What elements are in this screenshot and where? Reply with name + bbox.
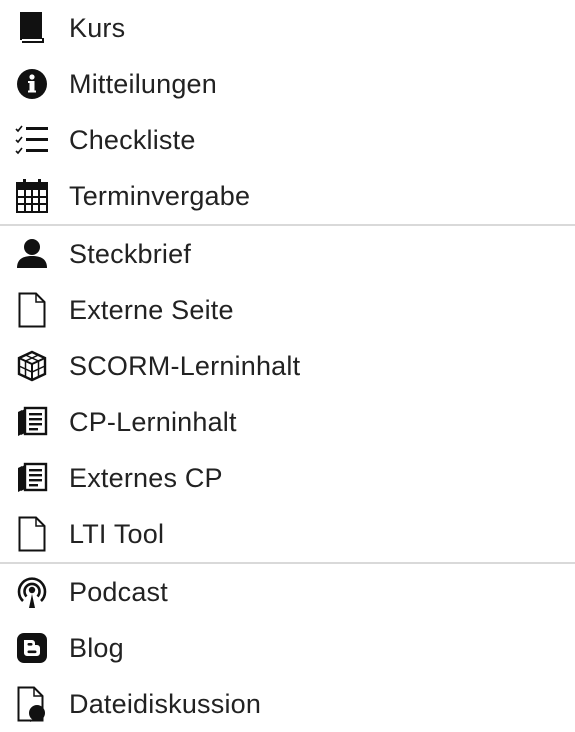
menu-item-label: SCORM-Lerninhalt xyxy=(69,350,301,381)
menu-item-mitteilungen[interactable]: Mitteilungen xyxy=(0,56,575,112)
menu-item-podcast[interactable]: Podcast xyxy=(0,564,575,620)
menu-item-label: Dateidiskussion xyxy=(69,688,262,719)
menu-item-checkliste[interactable]: Checkliste xyxy=(0,112,575,168)
menu-item-label: Steckbrief xyxy=(69,238,192,269)
menu-group-general: Kurs Mitteilungen Checkliste Terminverga… xyxy=(0,0,575,224)
blog-icon xyxy=(12,628,52,668)
checklist-icon xyxy=(12,120,52,160)
document-stack-icon xyxy=(12,402,52,442)
menu-item-label: Podcast xyxy=(69,576,168,607)
menu-item-label: Mitteilungen xyxy=(69,68,217,99)
menu-item-label: CP-Lerninhalt xyxy=(69,406,237,437)
menu-item-label: LTI Tool xyxy=(69,518,165,549)
user-icon xyxy=(12,234,52,274)
page-icon xyxy=(12,290,52,330)
menu-item-scorm[interactable]: SCORM-Lerninhalt xyxy=(0,338,575,394)
calendar-icon xyxy=(12,176,52,216)
cube-icon xyxy=(12,346,52,386)
menu-group-content: Steckbrief Externe Seite SCORM-Lerninhal… xyxy=(0,226,575,562)
menu-item-label: Externe Seite xyxy=(69,294,234,325)
menu-item-steckbrief[interactable]: Steckbrief xyxy=(0,226,575,282)
book-icon xyxy=(12,8,52,48)
menu-item-label: Kurs xyxy=(69,12,126,43)
menu-item-label: Blog xyxy=(69,632,124,663)
info-icon xyxy=(12,64,52,104)
menu-item-blog[interactable]: Blog xyxy=(0,620,575,676)
course-element-menu: Kurs Mitteilungen Checkliste Terminverga… xyxy=(0,0,575,724)
page-icon xyxy=(12,514,52,554)
menu-item-terminvergabe[interactable]: Terminvergabe xyxy=(0,168,575,224)
file-discussion-icon xyxy=(12,684,52,724)
menu-item-label: Terminvergabe xyxy=(69,180,251,211)
menu-item-kurs[interactable]: Kurs xyxy=(0,0,575,56)
menu-item-label: Externes CP xyxy=(69,462,223,493)
menu-group-collaboration: Podcast Blog Dateidiskussion xyxy=(0,564,575,732)
menu-item-label: Checkliste xyxy=(69,124,196,155)
menu-item-externe-seite[interactable]: Externe Seite xyxy=(0,282,575,338)
menu-item-cp-lerninhalt[interactable]: CP-Lerninhalt xyxy=(0,394,575,450)
document-stack-icon xyxy=(12,458,52,498)
menu-item-lti-tool[interactable]: LTI Tool xyxy=(0,506,575,562)
menu-item-externes-cp[interactable]: Externes CP xyxy=(0,450,575,506)
podcast-icon xyxy=(12,572,52,612)
